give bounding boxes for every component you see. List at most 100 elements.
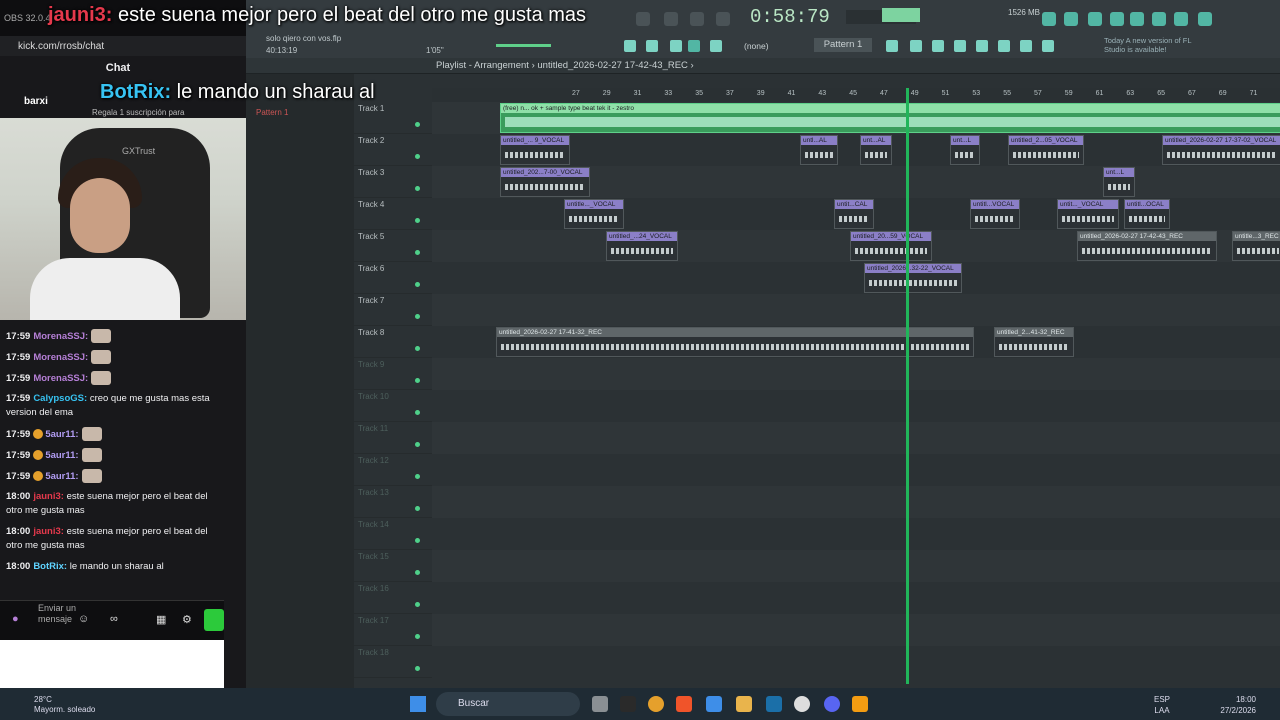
track-lane[interactable] — [432, 582, 1280, 614]
obs-icon[interactable] — [794, 696, 810, 712]
audio-clip[interactable]: untitled_2026-02-27 17-37-02_VOCAL — [1162, 135, 1280, 165]
track-lane[interactable] — [432, 614, 1280, 646]
track-mute-led[interactable] — [415, 634, 420, 639]
chat-bubble-icon[interactable] — [1174, 12, 1188, 26]
track-mute-led[interactable] — [415, 474, 420, 479]
track-lane[interactable] — [432, 422, 1280, 454]
track-name[interactable]: Track 17 — [358, 616, 418, 625]
channel-rack-icon[interactable] — [932, 40, 944, 52]
audio-clip[interactable]: untitl...VOCAL — [970, 199, 1020, 229]
play-arrow-icon[interactable] — [646, 40, 658, 52]
track-row[interactable]: Track 16 — [354, 582, 1280, 614]
audio-clip[interactable]: untitled_2026...32-22_VOCAL — [864, 263, 962, 293]
track-mute-led[interactable] — [415, 506, 420, 511]
track-row[interactable]: Track 10 — [354, 390, 1280, 422]
audio-clip[interactable]: untitled_20...59_VOCAL — [850, 231, 932, 261]
track-row[interactable]: Track 2 untitled_... 9_VOCAL untl...AL unt.… — [354, 134, 1280, 166]
tools-icon[interactable] — [1020, 40, 1032, 52]
audio-clip[interactable]: untitled_2026-02-27 17-41-32_REC — [496, 327, 974, 357]
stamp-icon[interactable] — [710, 40, 722, 52]
emoji-icon[interactable]: ☺ — [78, 613, 89, 625]
wait-icon[interactable] — [664, 12, 678, 26]
audio-clip[interactable]: untitled_... 9_VOCAL — [500, 135, 570, 165]
language-indicator[interactable]: ESP LAA — [1154, 694, 1170, 716]
steam-icon[interactable] — [766, 696, 782, 712]
track-lane[interactable] — [432, 486, 1280, 518]
audio-clip[interactable]: unt...AL — [860, 135, 892, 165]
track-name[interactable]: Track 9 — [358, 360, 418, 369]
audio-clip[interactable]: unt...L — [1103, 167, 1135, 197]
track-row[interactable]: Track 14 — [354, 518, 1280, 550]
track-lane[interactable]: untitle..._VOCAL untit...CAL untitl...VOCA… — [432, 198, 1280, 230]
track-mute-led[interactable] — [415, 378, 420, 383]
track-row[interactable]: Track 12 — [354, 454, 1280, 486]
track-name[interactable]: Track 3 — [358, 168, 418, 177]
track-row[interactable]: Track 1 (free) n... ok + sample type beat… — [354, 102, 1280, 134]
track-name[interactable]: Track 5 — [358, 232, 418, 241]
audio-clip[interactable]: untitled_2...05_VOCAL — [1008, 135, 1084, 165]
track-mute-led[interactable] — [415, 314, 420, 319]
help-icon[interactable] — [1110, 12, 1124, 26]
track-row[interactable]: Track 15 — [354, 550, 1280, 582]
mixer-icon[interactable] — [954, 40, 966, 52]
track-name[interactable]: Track 14 — [358, 520, 418, 529]
track-lane[interactable]: untitled_2026-02-27 17-41-32_REC untitled… — [432, 326, 1280, 358]
brave-icon[interactable] — [676, 696, 692, 712]
track-row[interactable]: Track 9 — [354, 358, 1280, 390]
track-mute-led[interactable] — [415, 602, 420, 607]
playlist-icon[interactable] — [886, 40, 898, 52]
chat-input[interactable]: ● Enviar un mensaje ☺ ∞ ▦ ⚙ — [0, 600, 224, 640]
track-mute-led[interactable] — [415, 410, 420, 415]
track-row[interactable]: Track 7 — [354, 294, 1280, 326]
send-button[interactable] — [204, 609, 224, 631]
track-row[interactable]: Track 4 untitle..._VOCAL untit...CAL untitl… — [354, 198, 1280, 230]
track-name[interactable]: Track 4 — [358, 200, 418, 209]
track-mute-led[interactable] — [415, 154, 420, 159]
audio-clip[interactable]: (free) n... ok + sample type beat tek it… — [500, 103, 1280, 133]
mic-icon[interactable] — [1088, 12, 1102, 26]
task-view-icon[interactable] — [592, 696, 608, 712]
track-lane[interactable] — [432, 550, 1280, 582]
cut-icon[interactable] — [1064, 12, 1078, 26]
audio-clip[interactable]: unt...L — [950, 135, 980, 165]
browser-icon[interactable] — [976, 40, 988, 52]
track-name[interactable]: Track 10 — [358, 392, 418, 401]
track-name[interactable]: Track 8 — [358, 328, 418, 337]
save-icon[interactable] — [1130, 12, 1144, 26]
track-row[interactable]: Track 18 — [354, 646, 1280, 678]
loop-record-icon[interactable] — [716, 12, 730, 26]
piano-icon[interactable] — [1152, 12, 1166, 26]
store-icon[interactable]: ▦ — [156, 613, 166, 626]
audio-clip[interactable]: untitled_2...41-32_REC — [994, 327, 1074, 357]
globe-icon[interactable] — [1198, 12, 1212, 26]
track-lane[interactable] — [432, 646, 1280, 678]
plugin-icon[interactable] — [998, 40, 1010, 52]
track-lane[interactable]: untitled_...24_VOCAL untitled_20...59_VOC… — [432, 230, 1280, 262]
track-name[interactable]: Track 13 — [358, 488, 418, 497]
track-lane[interactable]: untitled_2026...32-22_VOCAL — [432, 262, 1280, 294]
track-mute-led[interactable] — [415, 186, 420, 191]
playhead-marker[interactable] — [906, 88, 909, 684]
track-mute-led[interactable] — [415, 122, 420, 127]
brush-icon[interactable] — [670, 40, 682, 52]
epic-games-icon[interactable] — [620, 696, 636, 712]
chrome-icon[interactable] — [648, 696, 664, 712]
mic-icon[interactable]: ● — [12, 613, 19, 625]
taskbar-search[interactable]: Buscar — [436, 692, 580, 716]
audio-clip[interactable]: untitle...3_REC — [1232, 231, 1280, 261]
track-mute-led[interactable] — [415, 218, 420, 223]
audio-clip[interactable]: untitle..._VOCAL — [564, 199, 624, 229]
send-icon[interactable] — [1042, 40, 1054, 52]
audio-clip[interactable]: untit..._VOCAL — [1057, 199, 1119, 229]
file-explorer-icon[interactable] — [736, 696, 752, 712]
discord-icon[interactable] — [824, 696, 840, 712]
store-icon[interactable] — [706, 696, 722, 712]
track-name[interactable]: Track 6 — [358, 264, 418, 273]
track-name[interactable]: Track 16 — [358, 584, 418, 593]
track-mute-led[interactable] — [415, 346, 420, 351]
weather-widget[interactable]: 28°C Mayorm. soleado — [34, 695, 95, 715]
track-name[interactable]: Track 2 — [358, 136, 418, 145]
power-icon[interactable] — [1042, 12, 1056, 26]
snap-select[interactable]: (none) — [744, 41, 769, 51]
track-lane[interactable]: untitled_... 9_VOCAL untl...AL unt...AL unt… — [432, 134, 1280, 166]
